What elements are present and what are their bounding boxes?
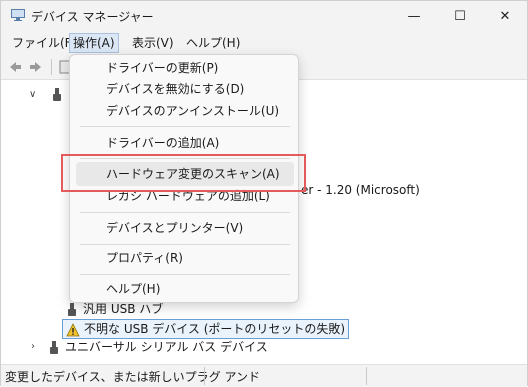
usb-icon <box>50 340 58 354</box>
forward-arrow-icon[interactable] <box>28 59 44 75</box>
tree-row-usb-devices[interactable]: ユニバーサル シリアル バス デバイス <box>47 338 268 356</box>
maximize-button[interactable]: ☐ <box>437 1 483 31</box>
device-manager-window: デバイス マネージャー — ☐ ✕ ファイル(F) 操作(A) 表示(V) ヘル… <box>0 0 528 387</box>
menu-item-disable-device[interactable]: デバイスを無効にする(D) <box>106 79 244 99</box>
menu-item-properties[interactable]: プロパティ(R) <box>106 248 183 268</box>
tree-row-label: ユニバーサル シリアル バス デバイス <box>65 340 268 354</box>
title-bar: デバイス マネージャー — ☐ ✕ <box>1 1 527 31</box>
menu-action[interactable]: 操作(A) <box>69 33 119 53</box>
tree-row-label: 汎用 USB ハブ <box>83 302 164 316</box>
menu-separator <box>80 212 290 213</box>
menu-separator <box>80 274 290 275</box>
status-text: 変更したデバイス、または新しいプラグ アンド <box>5 370 260 384</box>
usb-icon <box>68 302 76 316</box>
maximize-icon: ☐ <box>454 8 466 24</box>
status-bar: 変更したデバイス、または新しいプラグ アンド <box>1 364 527 387</box>
menu-bar: ファイル(F) 操作(A) 表示(V) ヘルプ(H) <box>1 31 527 55</box>
minimize-button[interactable]: — <box>391 1 437 31</box>
window-title: デバイス マネージャー <box>31 10 154 24</box>
device-manager-icon <box>11 9 25 21</box>
tree-row-unknown-usb-device[interactable]: 不明な USB デバイス (ポートのリセットの失敗) <box>62 319 350 339</box>
close-icon: ✕ <box>499 8 511 24</box>
menu-view[interactable]: 表示(V) <box>129 33 177 53</box>
menu-item-add-driver[interactable]: ドライバーの追加(A) <box>106 133 219 153</box>
toolbar-divider <box>51 59 52 75</box>
partial-device-label: er - 1.20 (Microsoft) <box>301 183 420 197</box>
expand-chevron-icon[interactable]: › <box>31 338 41 356</box>
menu-item-devices-and-printers[interactable]: デバイスとプリンター(V) <box>106 218 243 238</box>
collapse-chevron-icon[interactable]: ∨ <box>29 86 39 104</box>
warning-icon <box>66 322 80 336</box>
menu-item-uninstall-device[interactable]: デバイスのアンインストール(U) <box>106 101 279 121</box>
menu-separator <box>80 244 290 245</box>
close-button[interactable]: ✕ <box>482 1 528 31</box>
tree-row-label: 不明な USB デバイス (ポートのリセットの失敗) <box>84 322 346 336</box>
highlight-annotation-box <box>61 154 306 192</box>
minimize-icon: — <box>407 8 421 24</box>
back-arrow-icon[interactable] <box>7 59 23 75</box>
menu-item-help[interactable]: ヘルプ(H) <box>106 279 160 299</box>
menu-help[interactable]: ヘルプ(H) <box>183 33 243 53</box>
status-divider <box>366 367 367 385</box>
status-divider <box>204 367 205 385</box>
usb-icon <box>53 88 61 101</box>
menu-separator <box>80 126 290 127</box>
menu-item-update-driver[interactable]: ドライバーの更新(P) <box>106 58 218 78</box>
